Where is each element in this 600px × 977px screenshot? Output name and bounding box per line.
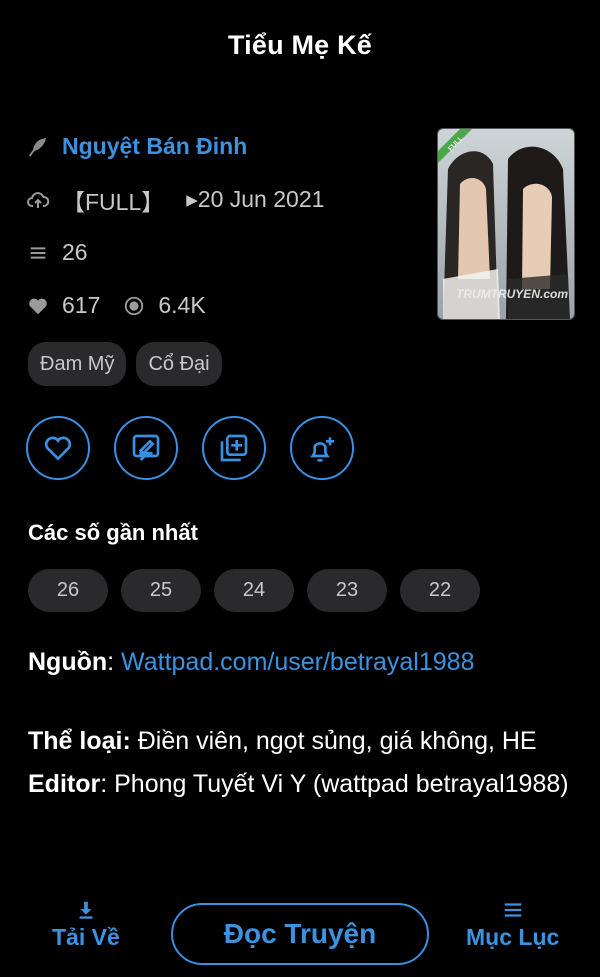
chapters-row: 26 (26, 226, 416, 279)
add-to-library-button[interactable] (202, 416, 266, 480)
tag-co-dai[interactable]: Cổ Đại (136, 342, 222, 386)
bell-plus-icon (310, 437, 334, 462)
tag-dam-my[interactable]: Đam Mỹ (28, 342, 127, 386)
genre-tags: Đam Mỹ Cổ Đại (28, 342, 222, 386)
cover-image[interactable]: FULL TRUMTRUYEN.com (437, 128, 575, 320)
updated-date: ▸20 Jun 2021 (186, 186, 325, 212)
action-buttons (26, 416, 354, 480)
eye-icon (122, 294, 146, 318)
read-story-button[interactable]: Đọc Truyện (171, 903, 429, 965)
cloud-upload-icon (26, 188, 50, 212)
menu-icon (501, 896, 525, 924)
cover-watermark: TRUMTRUYEN.com (455, 287, 568, 301)
header: Tiểu Mẹ Kế (0, 0, 600, 90)
heart-icon (26, 294, 50, 318)
source-sep: : (107, 648, 122, 676)
recent-chapters-title: Các số gần nhất (28, 520, 198, 545)
author-row[interactable]: Nguyệt Bán Đinh (26, 120, 416, 173)
story-info: Nguyệt Bán Đinh 【FULL】 ▸20 Jun 2021 26 6… (26, 120, 416, 332)
follow-notify-button[interactable] (290, 416, 354, 480)
heart-outline-icon (44, 436, 72, 461)
chapter-chip[interactable]: 23 (307, 569, 387, 612)
chapter-chip[interactable]: 24 (214, 569, 294, 612)
source-line: Nguồn: Wattpad.com/user/betrayal1988 (28, 641, 578, 684)
toc-label: Mục Lục (466, 924, 560, 950)
stats-row: 617 6.4K (26, 279, 416, 332)
edit-comment-icon (132, 434, 160, 461)
download-tab[interactable]: Tải Về (52, 896, 120, 951)
description-body: Thể loại: Điền viên, ngọt sủng, giá khôn… (28, 720, 578, 806)
chapter-chip[interactable]: 26 (28, 569, 108, 612)
source-label: Nguồn (28, 648, 108, 676)
download-label: Tải Về (52, 924, 120, 950)
view-count: 6.4K (158, 292, 206, 318)
editor-label: Editor (28, 770, 101, 798)
chapter-chip[interactable]: 22 (400, 569, 480, 612)
editor-line: Editor: Phong Tuyết Vi Y (wattpad betray… (28, 763, 578, 806)
review-button[interactable] (114, 416, 178, 480)
page-title: Tiểu Mẹ Kế (227, 29, 373, 60)
genre-label: Thể loại: (28, 727, 131, 755)
chapter-chip[interactable]: 25 (121, 569, 201, 612)
like-count: 617 (62, 292, 101, 318)
chapter-count: 26 (62, 239, 88, 265)
editor-value: : Phong Tuyết Vi Y (wattpad betrayal1988… (100, 770, 569, 798)
download-icon (75, 896, 97, 924)
favorite-button[interactable] (26, 416, 90, 480)
status-text: 【FULL】 (62, 188, 165, 215)
status-row: 【FULL】 ▸20 Jun 2021 (26, 173, 416, 226)
author-link[interactable]: Nguyệt Bán Đinh (62, 133, 247, 160)
genre-value: Điền viên, ngọt sủng, giá không, HE (130, 727, 537, 755)
list-icon (26, 241, 50, 265)
recent-chapters: 26 25 24 23 22 (28, 569, 480, 612)
source-link[interactable]: Wattpad.com/user/betrayal1988 (121, 648, 474, 676)
add-collection-icon (220, 434, 248, 462)
toc-tab[interactable]: Mục Lục (466, 896, 559, 951)
quill-icon (26, 135, 50, 159)
bottom-bar: Tải Về Đọc Truyện Mục Lục (0, 890, 600, 977)
full-badge: FULL (438, 129, 472, 163)
genre-line: Thể loại: Điền viên, ngọt sủng, giá khôn… (28, 720, 578, 763)
